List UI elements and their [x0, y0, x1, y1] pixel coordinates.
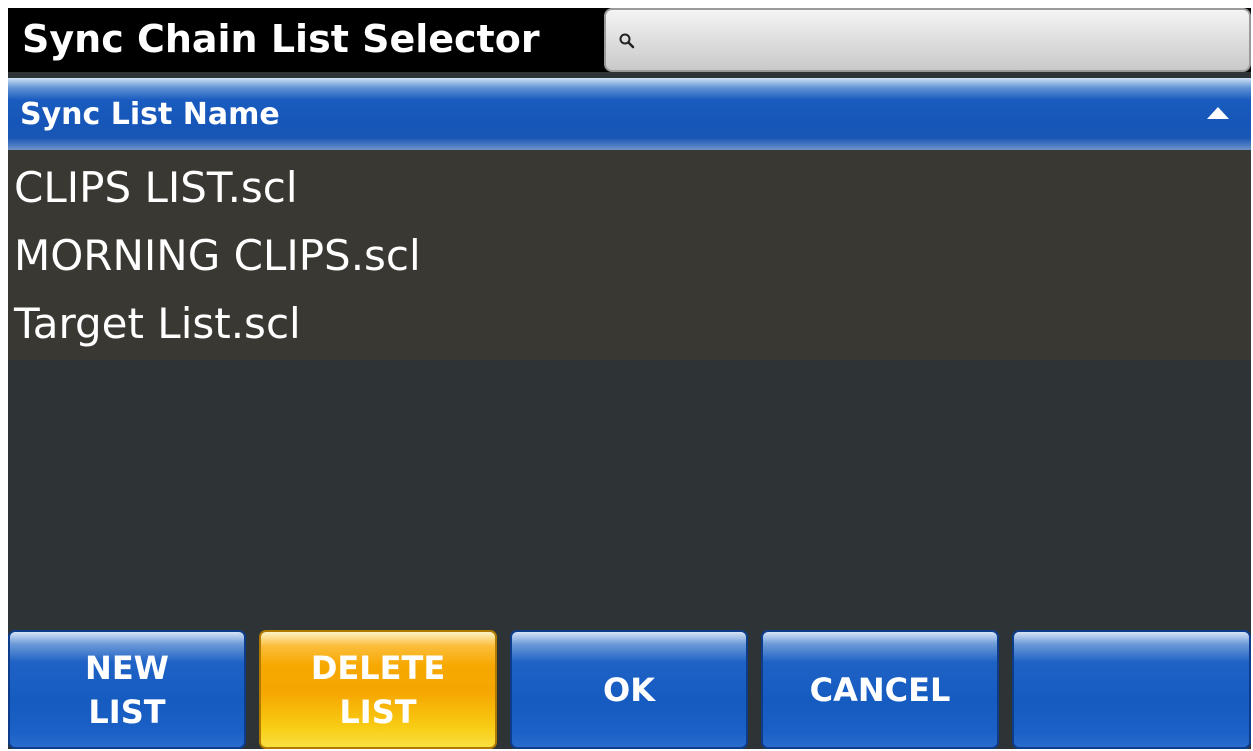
- ok-button[interactable]: OK: [510, 630, 748, 749]
- column-header-sync-list-name[interactable]: Sync List Name: [8, 78, 1251, 150]
- list-item[interactable]: Target List.scl: [8, 290, 1251, 358]
- delete-list-button[interactable]: DELETE LIST: [259, 630, 497, 749]
- search-box[interactable]: [604, 8, 1251, 72]
- search-input[interactable]: [646, 18, 1240, 64]
- new-list-button[interactable]: NEW LIST: [8, 630, 246, 749]
- sync-list: CLIPS LIST.scl MORNING CLIPS.scl Target …: [8, 150, 1251, 360]
- list-item[interactable]: CLIPS LIST.scl: [8, 154, 1251, 222]
- cancel-button-label: CANCEL: [809, 670, 951, 709]
- new-list-button-label: NEW LIST: [85, 648, 169, 731]
- button-bar: NEW LIST DELETE LIST OK CANCEL: [8, 630, 1251, 749]
- column-header-label: Sync List Name: [20, 97, 280, 132]
- list-item[interactable]: MORNING CLIPS.scl: [8, 222, 1251, 290]
- blank-button[interactable]: [1012, 630, 1251, 749]
- ok-button-label: OK: [603, 670, 655, 709]
- search-icon: [619, 33, 635, 49]
- window-title: Sync Chain List Selector: [22, 17, 540, 61]
- cancel-button[interactable]: CANCEL: [761, 630, 999, 749]
- sync-chain-list-selector-window: Sync Chain List Selector Sync List Name …: [8, 8, 1251, 749]
- delete-list-button-label: DELETE LIST: [310, 648, 446, 731]
- sort-ascending-icon: [1207, 107, 1229, 119]
- title-bar: Sync Chain List Selector: [8, 8, 1251, 72]
